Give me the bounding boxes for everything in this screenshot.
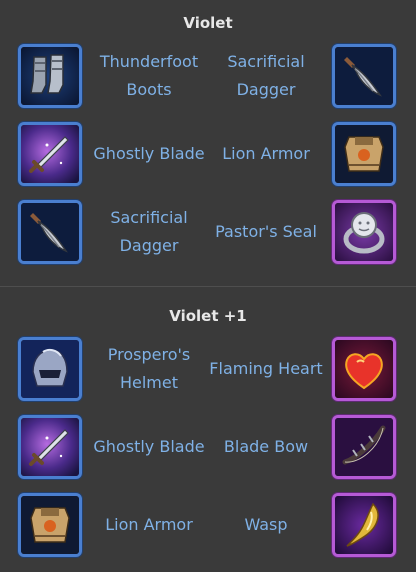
item-row: Thunderfoot Boots Sacrificial Dagger <box>0 44 416 112</box>
item-name[interactable]: Ghostly Blade <box>89 415 209 479</box>
item-row: Ghostly Blade Blade Bow <box>0 415 416 483</box>
item-name[interactable]: Sacrificial Dagger <box>206 44 326 108</box>
section-violet: Violet Thunderfoot Boots Sacrificial Dag… <box>0 0 416 286</box>
item-guide: Violet Thunderfoot Boots Sacrificial Dag… <box>0 0 416 572</box>
heart-icon[interactable] <box>332 337 396 401</box>
item-name[interactable]: Blade Bow <box>206 415 326 479</box>
boots-icon[interactable] <box>18 44 82 108</box>
sword-icon[interactable] <box>18 415 82 479</box>
item-name[interactable]: Lion Armor <box>89 493 209 557</box>
item-row: Lion Armor Wasp <box>0 493 416 561</box>
bow-icon[interactable] <box>332 415 396 479</box>
item-name[interactable]: Ghostly Blade <box>89 122 209 186</box>
dagger-icon[interactable] <box>18 200 82 264</box>
armor-icon[interactable] <box>18 493 82 557</box>
item-name[interactable]: Sacrificial Dagger <box>89 200 209 264</box>
item-name[interactable]: Thunderfoot Boots <box>89 44 209 108</box>
item-row: Prospero's Helmet Flaming Heart <box>0 337 416 405</box>
item-name[interactable]: Prospero's Helmet <box>89 337 209 401</box>
item-row: Ghostly Blade Lion Armor <box>0 122 416 190</box>
item-name[interactable]: Wasp <box>206 493 326 557</box>
item-name[interactable]: Lion Armor <box>206 122 326 186</box>
dagger-icon[interactable] <box>332 44 396 108</box>
section-title: Violet +1 <box>169 307 247 325</box>
sword-icon[interactable] <box>18 122 82 186</box>
helmet-icon[interactable] <box>18 337 82 401</box>
section-title: Violet <box>183 14 233 32</box>
item-row: Sacrificial Dagger Pastor's Seal <box>0 200 416 268</box>
item-name[interactable]: Flaming Heart <box>206 337 326 401</box>
section-violet-plus-1: Violet +1 Prospero's Helmet Flaming Hear… <box>0 287 416 572</box>
wasp-icon[interactable] <box>332 493 396 557</box>
item-name[interactable]: Pastor's Seal <box>206 200 326 264</box>
ring-icon[interactable] <box>332 200 396 264</box>
armor-icon[interactable] <box>332 122 396 186</box>
